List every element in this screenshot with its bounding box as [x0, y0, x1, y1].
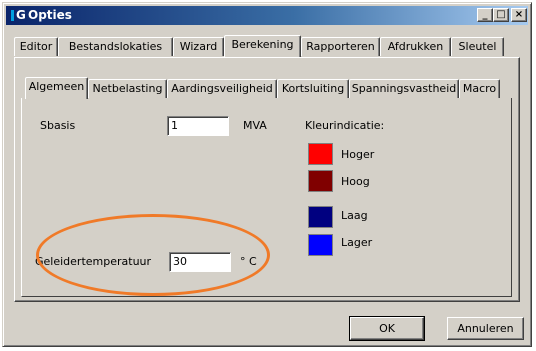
tab-afdrukken[interactable]: Afdrukken [380, 37, 451, 56]
tab-netbelasting[interactable]: Netbelasting [88, 79, 167, 98]
tab-spanningsvastheid[interactable]: Spanningsvastheid [349, 79, 459, 98]
algemeen-content: Sbasis 1 MVA Kleurindicatie: Hoger Hoog … [21, 98, 512, 297]
swatch-hoger [308, 143, 333, 165]
sbasis-unit: MVA [243, 119, 267, 132]
maximize-button[interactable]: □ [493, 8, 509, 22]
tab-editor[interactable]: Editor [14, 37, 58, 56]
tab-algemeen[interactable]: Algemeen [25, 77, 88, 99]
label-lager: Lager [341, 236, 373, 249]
ok-button[interactable]: OK [349, 316, 425, 341]
tab-macro[interactable]: Macro [459, 79, 500, 98]
swatch-hoog [308, 170, 333, 192]
sbasis-input[interactable]: 1 [167, 116, 229, 136]
window-title: Opties [28, 8, 72, 22]
sbasis-label: Sbasis [40, 119, 76, 132]
tab-kortsluiting[interactable]: Kortsluiting [277, 79, 349, 98]
app-icon: G [10, 8, 26, 23]
temperature-label: Geleidertemperatuur [35, 255, 152, 268]
color-indication-title: Kleurindicatie: [305, 119, 385, 132]
temperature-input[interactable]: 30 [169, 252, 231, 272]
tab-berekening[interactable]: Berekening [224, 35, 301, 57]
close-button[interactable]: × [511, 8, 527, 22]
swatch-lager [308, 234, 333, 256]
minimize-button[interactable]: _ [477, 8, 493, 22]
options-dialog: G Opties _ □ × Editor Bestandslokaties W… [2, 2, 532, 347]
cancel-button[interactable]: Annuleren [447, 317, 524, 340]
tab-sleutel[interactable]: Sleutel [451, 37, 504, 56]
swatch-laag [308, 206, 333, 228]
tab-rapporteren[interactable]: Rapporteren [301, 37, 380, 56]
temperature-unit: ° C [240, 255, 257, 268]
tab-aardingsveiligheid[interactable]: Aardingsveiligheid [167, 79, 277, 98]
label-hoger: Hoger [341, 148, 375, 161]
label-laag: Laag [341, 209, 368, 222]
tab-wizard[interactable]: Wizard [173, 37, 224, 56]
tab-bestandslokaties[interactable]: Bestandslokaties [58, 37, 173, 56]
label-hoog: Hoog [341, 175, 370, 188]
title-bar[interactable]: G Opties _ □ × [6, 6, 528, 25]
